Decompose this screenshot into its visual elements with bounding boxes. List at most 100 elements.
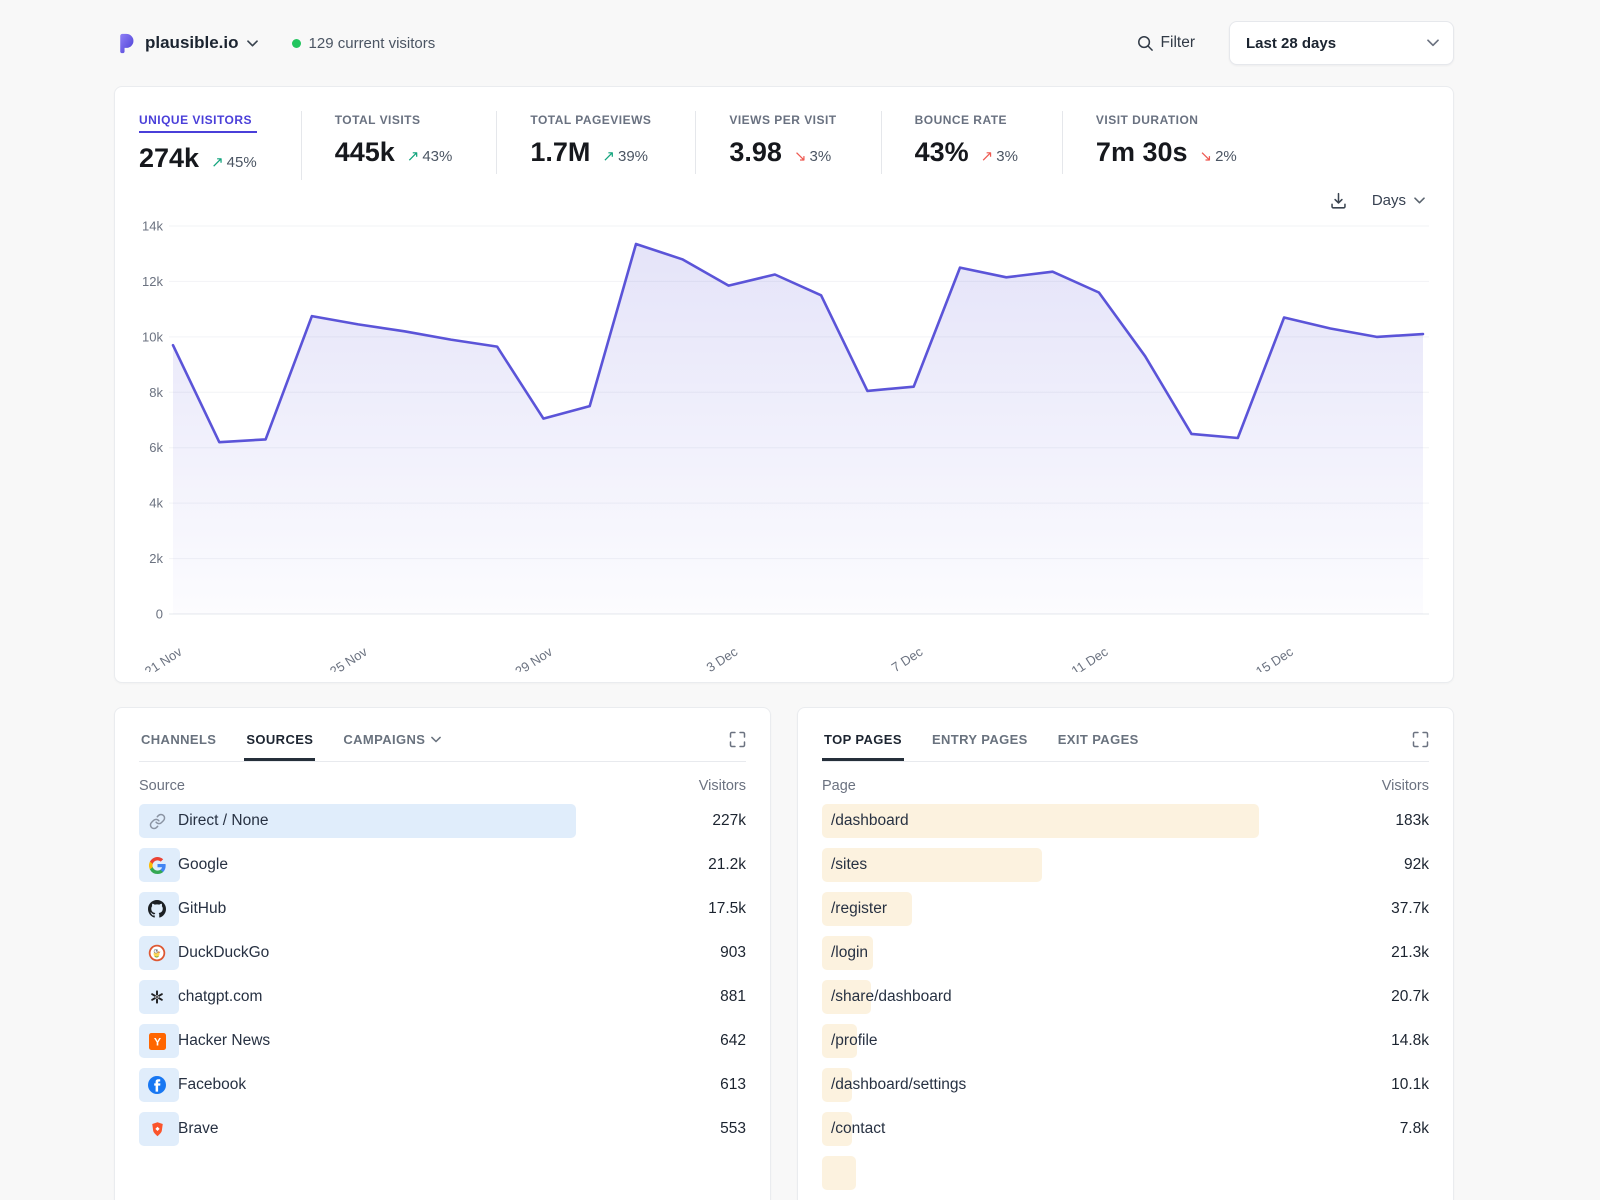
x-tick-label: 21 Nov: [142, 644, 185, 672]
pages-tabs: TOP PAGES ENTRY PAGES EXIT PAGES: [822, 728, 1412, 761]
metric-change: ↘2%: [1200, 147, 1237, 165]
facebook-icon: [148, 1076, 166, 1094]
chevron-down-icon: [1427, 39, 1439, 47]
hackernews-icon: Y: [148, 1032, 166, 1050]
download-icon[interactable]: [1329, 191, 1348, 210]
row-visitors: 881: [720, 988, 746, 1006]
tab-top-pages[interactable]: TOP PAGES: [822, 728, 904, 761]
chevron-down-icon: [247, 40, 258, 47]
y-tick-label: 14k: [142, 219, 163, 234]
interval-select[interactable]: Days: [1372, 192, 1425, 209]
source-row-chatgpt-com[interactable]: chatgpt.com881: [139, 980, 746, 1014]
current-visitors[interactable]: 129 current visitors: [292, 35, 436, 52]
brave-icon: [148, 1120, 166, 1138]
metric-views-per-visit[interactable]: VIEWS PER VISIT3.98↘3%: [729, 111, 881, 174]
page-row-login[interactable]: /login21.3k: [822, 936, 1429, 970]
metric-label: UNIQUE VISITORS: [139, 113, 257, 133]
row-visitors: 21.2k: [708, 856, 746, 874]
y-tick-label: 10k: [142, 329, 163, 344]
row-label: /sites: [831, 856, 867, 874]
tab-exit-pages[interactable]: EXIT PAGES: [1056, 728, 1141, 761]
y-tick-label: 8k: [149, 385, 163, 400]
row-visitors: 903: [720, 944, 746, 962]
page-row-sites[interactable]: /sites 92k: [822, 848, 1429, 882]
source-row-brave[interactable]: Brave553: [139, 1112, 746, 1146]
row-visitors: 183k: [1395, 812, 1429, 830]
tab-channels[interactable]: CHANNELS: [139, 728, 218, 761]
date-range-select[interactable]: Last 28 days: [1229, 21, 1454, 65]
source-row-github[interactable]: GitHub17.5k: [139, 892, 746, 926]
source-row-facebook[interactable]: Facebook613: [139, 1068, 746, 1102]
page-row-profile[interactable]: /profile14.8k: [822, 1024, 1429, 1058]
metric-unique-visitors[interactable]: UNIQUE VISITORS274k↗45%: [139, 111, 302, 180]
metric-total-visits[interactable]: TOTAL VISITS445k↗43%: [335, 111, 498, 174]
metric-change-value: 43%: [422, 148, 452, 165]
x-tick-label: 7 Dec: [889, 644, 926, 672]
expand-icon[interactable]: [729, 731, 746, 748]
row-label: Hacker News: [178, 1032, 270, 1050]
top-pages-card: TOP PAGES ENTRY PAGES EXIT PAGES Page Visi…: [797, 707, 1454, 1200]
tab-sources[interactable]: SOURCES: [244, 728, 315, 761]
page-row-share-dashboard[interactable]: /share/dashboard20.7k: [822, 980, 1429, 1014]
row-label: /login: [831, 944, 868, 962]
filter-button[interactable]: Filter: [1137, 34, 1195, 52]
sources-rows: Direct / None227k Google21.2k GitHub17.5k D…: [139, 804, 746, 1146]
row-label: GitHub: [178, 900, 226, 918]
tab-entry-pages[interactable]: ENTRY PAGES: [930, 728, 1030, 761]
site-switcher[interactable]: plausible.io: [114, 32, 258, 55]
duckduckgo-icon: [148, 944, 166, 962]
y-tick-label: 2k: [149, 551, 163, 566]
date-range-value: Last 28 days: [1246, 35, 1336, 52]
page-row-register[interactable]: /register 37.7k: [822, 892, 1429, 926]
row-visitors: 642: [720, 1032, 746, 1050]
metric-value: 7m 30s: [1096, 137, 1188, 168]
row-visitors: 10.1k: [1391, 1076, 1429, 1094]
row-visitors: 7.8k: [1400, 1120, 1429, 1138]
x-tick-label: 25 Nov: [327, 644, 370, 672]
pages-col-visitors: Visitors: [1382, 778, 1429, 794]
tab-label: SOURCES: [246, 732, 313, 747]
source-row-direct-none[interactable]: Direct / None227k: [139, 804, 746, 838]
metric-change: ↘3%: [794, 147, 831, 165]
metric-change-value: 2%: [1215, 148, 1237, 165]
pages-rows: /dashboard183k/sites 92k/register 37.7k/lo…: [822, 804, 1429, 1190]
metric-total-pageviews[interactable]: TOTAL PAGEVIEWS1.7M↗39%: [530, 111, 696, 174]
source-row-duckduckgo[interactable]: DuckDuckGo 903: [139, 936, 746, 970]
row-visitors: 92k: [1404, 856, 1429, 874]
sources-col-label: Source: [139, 778, 185, 794]
row-visitors: 613: [720, 1076, 746, 1094]
arrow-up-icon: ↗: [981, 147, 994, 165]
metric-change: ↗45%: [211, 153, 257, 171]
page-row-dashboard-settings[interactable]: /dashboard/settings10.1k: [822, 1068, 1429, 1102]
row-visitors: 37.7k: [1391, 900, 1429, 918]
row-label: DuckDuckGo: [178, 944, 269, 962]
metric-label: TOTAL PAGEVIEWS: [530, 113, 651, 127]
source-row-hacker-news[interactable]: Y Hacker News 642: [139, 1024, 746, 1058]
tab-label: CAMPAIGNS: [343, 732, 425, 747]
tab-campaigns[interactable]: CAMPAIGNS: [341, 728, 443, 761]
plausible-logo-icon: [114, 32, 137, 55]
metric-visit-duration[interactable]: VISIT DURATION 7m 30s ↘2%: [1096, 111, 1281, 174]
page-row-contact[interactable]: /contact 7.8k: [822, 1112, 1429, 1146]
page-row-dashboard[interactable]: /dashboard183k: [822, 804, 1429, 838]
metric-bounce-rate[interactable]: BOUNCE RATE43%↗3%: [915, 111, 1063, 174]
row-label: /share/dashboard: [831, 988, 952, 1006]
tab-label: EXIT PAGES: [1058, 732, 1139, 747]
arrow-up-icon: ↗: [602, 147, 615, 165]
chatgpt-icon: [148, 988, 166, 1006]
metric-change: ↗3%: [981, 147, 1018, 165]
sources-card: CHANNELSSOURCESCAMPAIGNS Source Visitors…: [114, 707, 771, 1200]
row-label: /contact: [831, 1120, 885, 1138]
row-label: /register: [831, 900, 887, 918]
expand-icon[interactable]: [1412, 731, 1429, 748]
source-row-google[interactable]: Google21.2k: [139, 848, 746, 882]
pages-col-label: Page: [822, 778, 856, 794]
metric-change-value: 39%: [618, 148, 648, 165]
metric-label: VISIT DURATION: [1096, 113, 1237, 127]
y-tick-label: 4k: [149, 496, 163, 511]
row-label: Direct / None: [178, 812, 268, 830]
sources-tabs: CHANNELS SOURCES CAMPAIGNS: [139, 728, 729, 761]
topbar: plausible.io 129 current visitors: [114, 0, 1454, 86]
bottom-grid: CHANNELS SOURCES CAMPAIGNS Source Visitors…: [114, 707, 1454, 1200]
github-icon: [148, 900, 166, 918]
